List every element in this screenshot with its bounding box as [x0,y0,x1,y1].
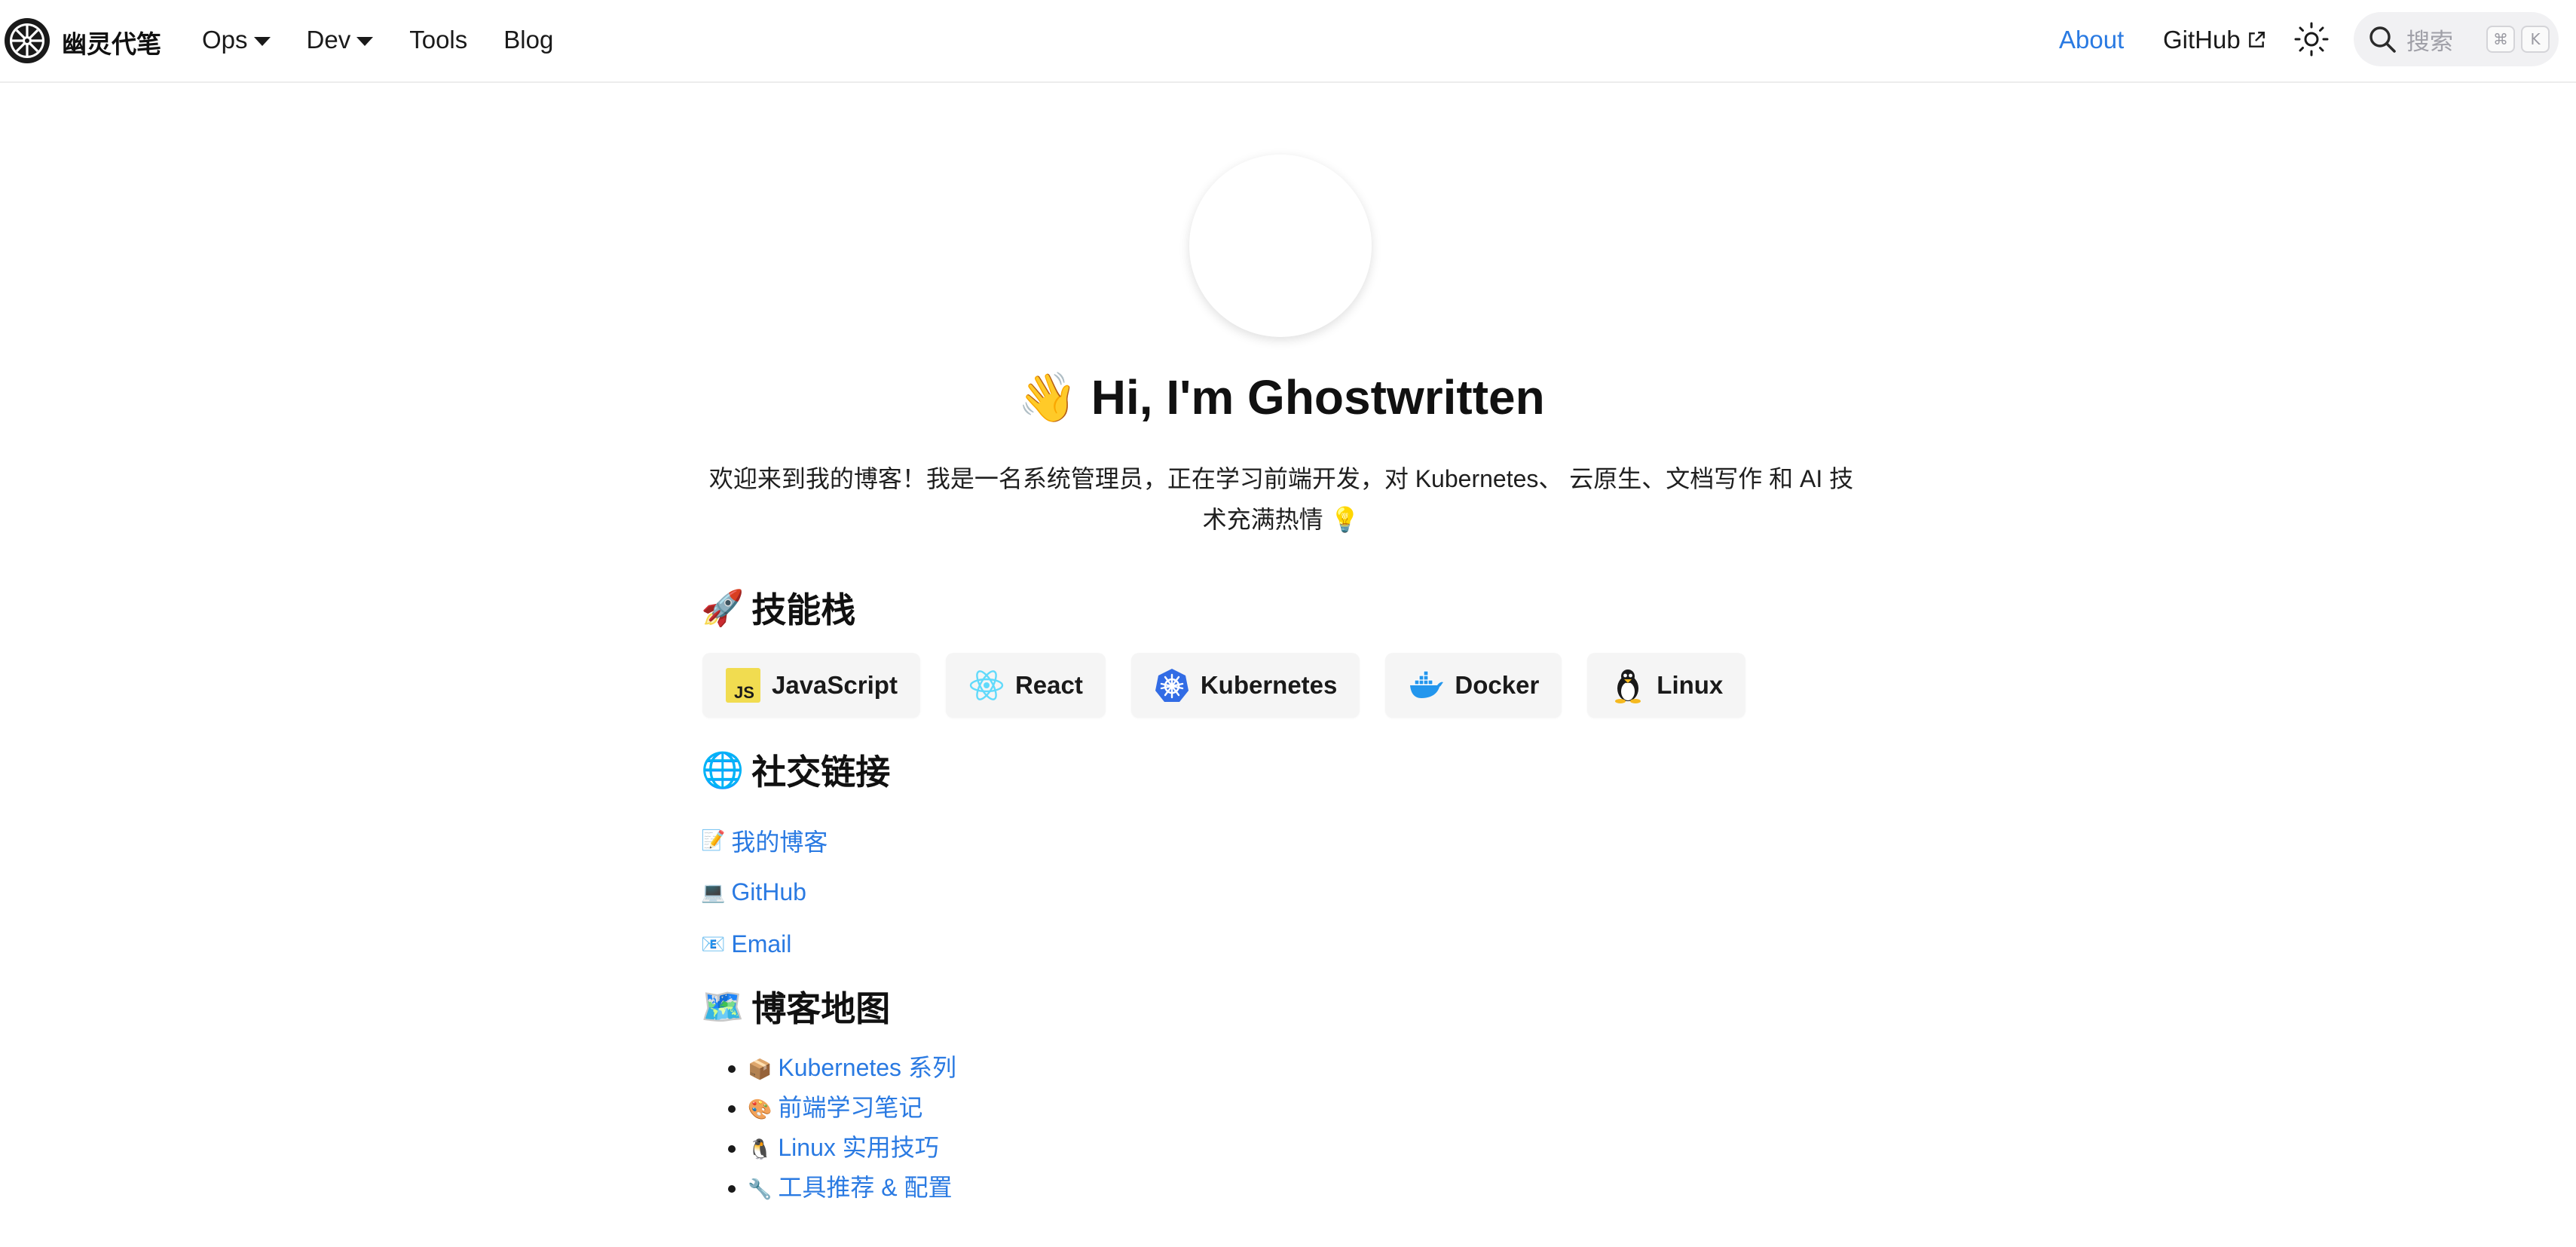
docker-icon [1408,667,1444,703]
intro-paragraph: 欢迎来到我的博客！我是一名系统管理员，正在学习前端开发，对 Kubernetes… [701,458,1862,540]
skill-chip-kubernetes[interactable]: Kubernetes [1130,653,1360,718]
nav-item-label: Tools [409,26,468,54]
skill-chip-label: Kubernetes [1200,671,1338,699]
skill-chip-react[interactable]: React [945,653,1106,718]
nav-item-label: About [2059,26,2125,54]
nav-item-label: Blog [503,26,554,54]
intro-line: 欢迎来到我的博客！我是一名系统管理员，正在学习前端开发，对 Kubernetes… [708,465,1854,492]
site-logo-icon[interactable] [3,17,51,65]
list-item: 🎨 前端学习笔记 [748,1088,956,1128]
svg-text:JS: JS [734,683,754,702]
email-emoji: 📧 [701,933,726,956]
nav-item-ops[interactable]: Ops [202,26,271,54]
skill-chip-label: React [1014,671,1083,699]
sitemap-link-kubernetes[interactable]: Kubernetes 系列 [778,1054,956,1081]
social-link-row: 💻 GitHub [701,866,828,918]
chevron-down-icon [356,37,374,46]
page-title-text: Hi, I'm Ghostwritten [1091,370,1545,424]
external-link-icon [2248,32,2265,47]
memo-emoji: 📝 [701,829,726,852]
social-link-row: 📧 Email [701,918,828,970]
keyboard-shortcut-key: K [2521,26,2550,53]
email-link[interactable]: Email [731,930,791,958]
nav-item-dev[interactable]: Dev [307,26,374,54]
sitemap-list: 📦 Kubernetes 系列 🎨 前端学习笔记 🐧 Linux 实用技巧 🔧 工具推荐… [725,1048,956,1208]
skill-chip-label: Linux [1657,671,1724,699]
javascript-icon: JS [725,667,761,703]
globe-emoji: 🌐 [701,749,745,790]
kubernetes-icon [1154,667,1190,703]
sitemap-link-tools[interactable]: 工具推荐 & 配置 [778,1174,952,1201]
social-heading: 🌐 社交链接 [701,745,890,795]
skills-heading-text: 技能栈 [751,590,856,630]
package-emoji: 📦 [748,1059,772,1081]
nav-item-blog[interactable]: Blog [503,26,553,54]
nav-item-about[interactable]: About [2059,0,2124,80]
nav-item-label: Dev [306,26,351,54]
skills-list: JS JavaScript React Kubernetes Docker Li… [702,653,1746,718]
search-icon [2369,26,2396,53]
list-item: 🐧 Linux 实用技巧 [748,1128,956,1168]
skill-chip-linux[interactable]: Linux [1587,653,1746,718]
rocket-emoji: 🚀 [701,587,745,628]
list-item: 📦 Kubernetes 系列 [748,1048,956,1088]
skill-chip-javascript[interactable]: JS JavaScript [702,653,920,718]
nav-item-tools[interactable]: Tools [409,26,467,54]
blog-link[interactable]: 我的博客 [731,823,828,858]
sitemap-link-linux[interactable]: Linux 实用技巧 [778,1134,938,1161]
nav-item-github[interactable]: GitHub [2163,0,2266,80]
site-title[interactable]: 幽灵代笔 [62,24,161,60]
top-navbar: 幽灵代笔 Ops Dev Tools Blog About GitHub 搜索 … [0,0,2576,83]
react-icon [968,667,1005,703]
intro-line: 术充满热情 💡 [1202,506,1360,533]
list-item: 🔧 工具推荐 & 配置 [748,1168,956,1208]
map-emoji: 🗺️ [701,985,745,1027]
skill-chip-label: JavaScript [772,671,898,699]
nav-item-label: Ops [202,26,248,54]
skills-heading: 🚀 技能栈 [701,583,855,633]
github-link[interactable]: GitHub [731,878,806,906]
skill-chip-label: Docker [1455,671,1540,699]
linux-icon [1610,667,1646,703]
wrench-emoji: 🔧 [748,1178,772,1201]
main-nav: Ops Dev Tools Blog [202,0,589,80]
sitemap-link-frontend[interactable]: 前端学习笔记 [778,1094,922,1121]
search-button[interactable]: 搜索 ⌘ K [2354,12,2559,66]
penguin-emoji: 🐧 [748,1138,772,1161]
social-links: 📝 我的博客 💻 GitHub 📧 Email [701,814,828,970]
keyboard-shortcut-mod: ⌘ [2486,26,2515,53]
avatar [1189,155,1372,337]
chevron-down-icon [253,37,271,46]
sitemap-heading: 🗺️ 博客地图 [701,982,890,1031]
nav-item-label: GitHub [2163,26,2241,54]
social-heading-text: 社交链接 [751,752,891,792]
sun-icon[interactable] [2293,21,2330,57]
laptop-emoji: 💻 [701,881,726,904]
sitemap-heading-text: 博客地图 [751,989,891,1028]
social-link-row: 📝 我的博客 [701,814,828,866]
palette-emoji: 🎨 [748,1098,772,1121]
search-placeholder: 搜索 [2406,28,2453,55]
wave-emoji: 👋 [1017,370,1078,426]
skill-chip-docker[interactable]: Docker [1385,653,1562,718]
page-title: 👋 Hi, I'm Ghostwritten [904,369,1658,426]
